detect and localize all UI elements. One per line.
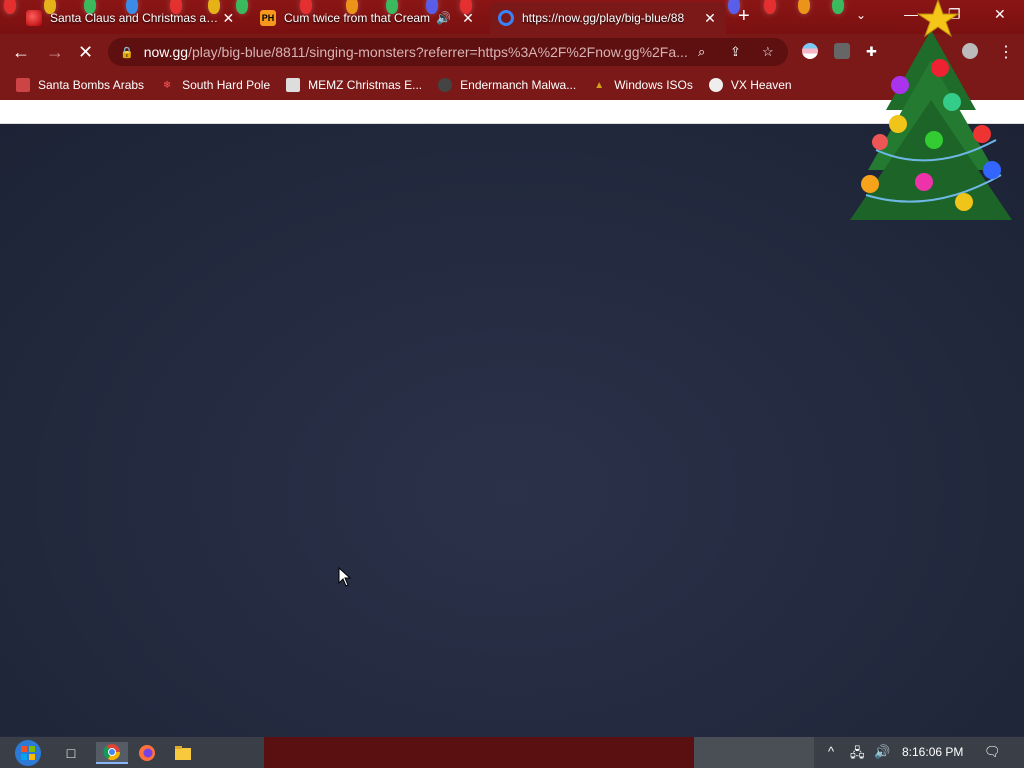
volume-icon[interactable]: 🔊 <box>874 744 890 760</box>
santa-icon <box>26 10 42 26</box>
christmas-light-icon <box>764 0 776 14</box>
bookmark-label: Santa Bombs Arabs <box>38 78 145 92</box>
tab-title: Santa Claus and Christmas at the <box>50 11 221 25</box>
snowflake-icon: ❄ <box>162 79 172 91</box>
taskbar-wallpaper-strip <box>694 737 814 768</box>
tab-close-button[interactable]: ✕ <box>221 10 236 27</box>
christmas-light-icon <box>4 0 16 14</box>
bookmark-label: Endermanch Malwa... <box>460 78 577 92</box>
speaker-icon[interactable]: 🔊 <box>436 11 451 25</box>
tab-close-button[interactable]: ✕ <box>702 10 718 27</box>
task-view-icon[interactable]: □ <box>60 742 82 764</box>
tab-audio-playing[interactable]: PH Cum twice from that Cream 🔊 ✕ <box>252 2 484 34</box>
search-icon[interactable]: ⌕ <box>698 44 705 60</box>
taskbar-clock[interactable]: 8:16:06 PM <box>902 745 963 759</box>
tab-close-button[interactable]: ✕ <box>460 10 476 27</box>
bookmark-label: VX Heaven <box>730 78 792 92</box>
bookmark-label: Windows ISOs <box>614 78 693 92</box>
tree-icon: ▲ <box>594 79 605 91</box>
forward-button[interactable]: → <box>46 42 64 62</box>
bookmark-label: South Hard Pole <box>182 78 271 92</box>
lock-icon[interactable]: 🔒 <box>120 46 134 59</box>
bookmark-star-icon[interactable]: ☆ <box>762 44 774 60</box>
firefox-icon[interactable] <box>136 742 158 764</box>
tray-chevron-icon[interactable]: ^ <box>828 744 834 759</box>
stop-loading-button[interactable]: ✕ <box>78 42 93 62</box>
tab-now-gg[interactable]: https://now.gg/play/big-blue/88 ✕ <box>490 2 726 34</box>
taskbar: □ ^ 🖧 🔊 8:16:06 PM 🗨 <box>0 737 1024 768</box>
vx-icon <box>708 78 723 92</box>
bookmark-santa-bombs[interactable]: Santa Bombs Arabs <box>16 78 144 92</box>
bookmark-windows-isos[interactable]: ▲ Windows ISOs <box>592 78 693 92</box>
bookmark-endermanch[interactable]: Endermanch Malwa... <box>438 78 576 92</box>
address-bar[interactable]: 🔒 now.gg /play/big-blue/8811/singing-mon… <box>108 38 788 66</box>
new-tab-button[interactable]: + <box>738 6 750 26</box>
share-icon[interactable]: ⇪ <box>730 44 741 60</box>
memz-icon <box>286 78 301 92</box>
mouse-cursor-icon <box>338 567 352 587</box>
santa-icon <box>16 78 30 92</box>
url-path: /play/big-blue/8811/singing-monsters?ref… <box>188 44 688 60</box>
christmas-light-icon <box>798 0 810 14</box>
extension-flag-icon[interactable] <box>802 43 818 59</box>
bookmark-south-hard-pole[interactable]: ❄ South Hard Pole <box>160 78 270 92</box>
bookmark-memz[interactable]: MEMZ Christmas E... <box>286 78 422 92</box>
ph-icon: PH <box>260 10 276 26</box>
notification-center-icon[interactable]: 🗨 <box>984 744 1001 760</box>
taskbar-wallpaper-strip <box>264 737 694 768</box>
christmas-light-icon <box>832 0 844 14</box>
tab-santa-claus[interactable]: Santa Claus and Christmas at the ✕ <box>18 2 244 34</box>
tab-title: https://now.gg/play/big-blue/88 <box>522 11 685 25</box>
christmas-tree-icon <box>850 0 1012 220</box>
back-button[interactable]: ← <box>12 42 30 62</box>
nowgg-icon <box>498 10 514 26</box>
network-icon[interactable]: 🖧 <box>850 744 865 766</box>
url-host: now.gg <box>143 44 189 60</box>
enderman-icon <box>438 78 453 92</box>
file-explorer-icon[interactable] <box>172 742 194 764</box>
bookmark-vx-heaven[interactable]: VX Heaven <box>708 78 792 92</box>
start-orb-icon[interactable] <box>8 737 48 768</box>
tab-title: Cum twice from that Cream <box>284 11 431 25</box>
chrome-icon[interactable] <box>96 742 128 764</box>
bookmark-label: MEMZ Christmas E... <box>308 78 423 92</box>
